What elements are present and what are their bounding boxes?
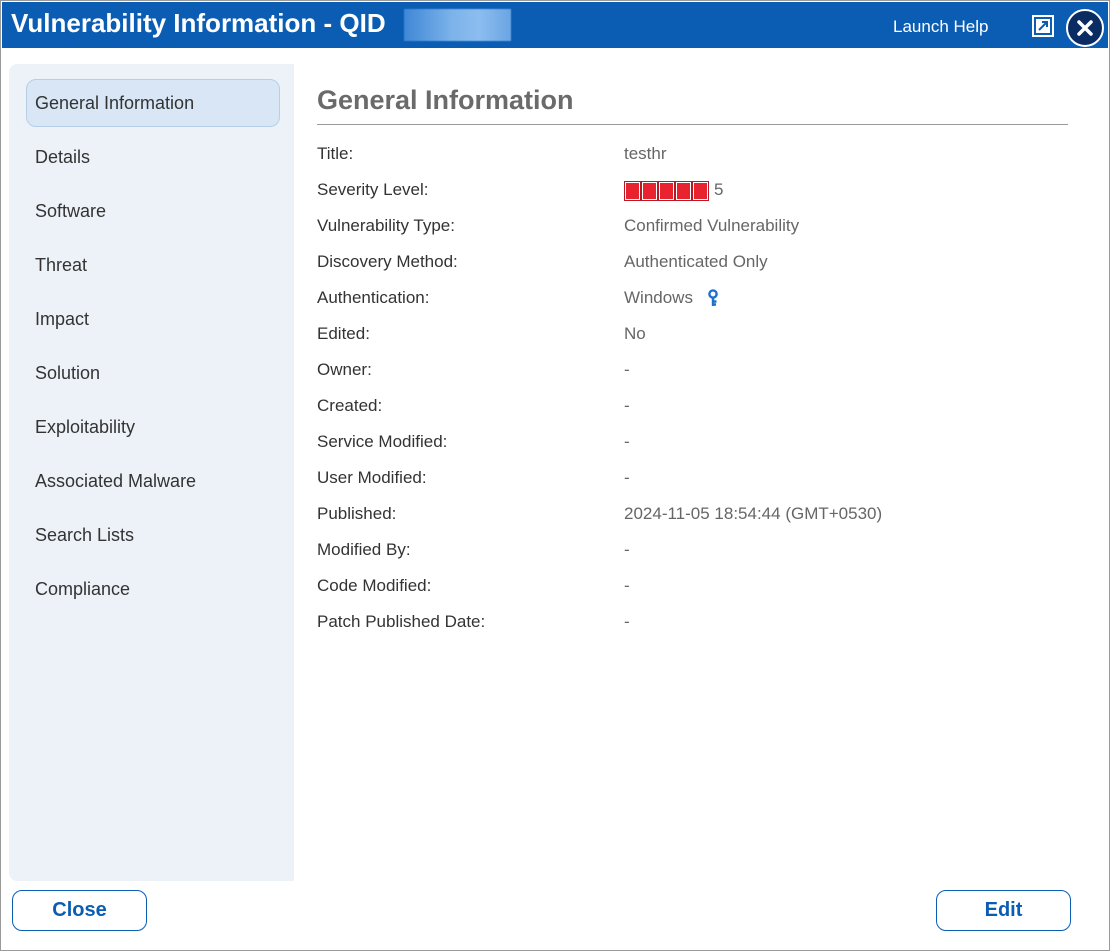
sidebar-item-exploitability[interactable]: Exploitability: [26, 403, 280, 451]
dialog-title: Vulnerability Information - QID: [11, 8, 386, 38]
severity-box: [658, 181, 675, 201]
launch-help-link[interactable]: Launch Help: [893, 17, 988, 37]
field-label: Owner:: [317, 360, 372, 379]
field-label: Code Modified:: [317, 576, 432, 595]
sidebar-item-general-information[interactable]: General Information: [26, 79, 280, 127]
field-row-user-modified: User Modified: -: [317, 468, 1067, 490]
field-row-owner: Owner: -: [317, 360, 1067, 382]
sidebar-item-software[interactable]: Software: [26, 187, 280, 235]
field-row-code-modified: Code Modified: -: [317, 576, 1067, 598]
edit-button[interactable]: Edit: [936, 890, 1071, 931]
severity-bar: [624, 181, 709, 201]
field-row-vulnerability-type: Vulnerability Type: Confirmed Vulnerabil…: [317, 216, 1067, 238]
field-row-title: Title: testhr: [317, 144, 1067, 166]
field-label: Authentication:: [317, 288, 430, 307]
field-label: Title:: [317, 144, 354, 163]
field-label: Service Modified:: [317, 432, 448, 451]
field-value: Windows: [624, 288, 693, 307]
field-value: -: [624, 612, 630, 631]
section-heading: General Information: [317, 85, 574, 115]
sidebar-item-details[interactable]: Details: [26, 133, 280, 181]
redacted-qid: [404, 9, 511, 41]
severity-box: [624, 181, 641, 201]
field-row-discovery-method: Discovery Method: Authenticated Only: [317, 252, 1067, 274]
severity-box: [641, 181, 658, 201]
sidebar-item-associated-malware[interactable]: Associated Malware: [26, 457, 280, 505]
vulnerability-info-dialog: Vulnerability Information - QID Launch H…: [0, 0, 1110, 951]
severity-box: [675, 181, 692, 201]
field-label: Patch Published Date:: [317, 612, 486, 631]
field-value: -: [624, 468, 630, 487]
sidebar-item-search-lists[interactable]: Search Lists: [26, 511, 280, 559]
field-label: Modified By:: [317, 540, 411, 559]
field-row-edited: Edited: No: [317, 324, 1067, 346]
close-button[interactable]: Close: [12, 890, 147, 931]
field-label: Published:: [317, 504, 397, 523]
field-value: Confirmed Vulnerability: [624, 216, 800, 235]
field-row-modified-by: Modified By: -: [317, 540, 1067, 562]
sidebar-nav: General Information Details Software Thr…: [9, 64, 294, 881]
close-icon[interactable]: [1066, 9, 1104, 47]
field-label: Discovery Method:: [317, 252, 458, 271]
heading-divider: [317, 124, 1068, 125]
field-row-severity: Severity Level: 5: [317, 180, 1067, 202]
field-value: -: [624, 540, 630, 559]
field-value: -: [624, 432, 630, 451]
field-label: Edited:: [317, 324, 370, 343]
key-icon[interactable]: [707, 289, 721, 309]
severity-value: 5: [714, 180, 724, 199]
field-value: No: [624, 324, 646, 343]
field-row-published: Published: 2024-11-05 18:54:44 (GMT+0530…: [317, 504, 1067, 526]
field-value: testhr: [624, 144, 667, 163]
field-value: -: [624, 396, 630, 415]
field-label: Created:: [317, 396, 383, 415]
field-label: Severity Level:: [317, 180, 429, 199]
field-value: Authenticated Only: [624, 252, 768, 271]
sidebar-item-compliance[interactable]: Compliance: [26, 565, 280, 613]
field-value: -: [624, 576, 630, 595]
field-row-created: Created: -: [317, 396, 1067, 418]
field-value: 2024-11-05 18:54:44 (GMT+0530): [624, 504, 883, 523]
sidebar-item-threat[interactable]: Threat: [26, 241, 280, 289]
field-row-service-modified: Service Modified: -: [317, 432, 1067, 454]
field-row-authentication: Authentication: Windows: [317, 288, 1067, 310]
popout-icon[interactable]: [1031, 14, 1055, 38]
field-label: User Modified:: [317, 468, 427, 487]
field-row-patch-published-date: Patch Published Date: -: [317, 612, 1067, 634]
title-bar: Vulnerability Information - QID Launch H…: [2, 2, 1108, 48]
severity-box: [692, 181, 709, 201]
sidebar-item-impact[interactable]: Impact: [26, 295, 280, 343]
field-label: Vulnerability Type:: [317, 216, 455, 235]
sidebar-item-solution[interactable]: Solution: [26, 349, 280, 397]
field-value: -: [624, 360, 630, 379]
